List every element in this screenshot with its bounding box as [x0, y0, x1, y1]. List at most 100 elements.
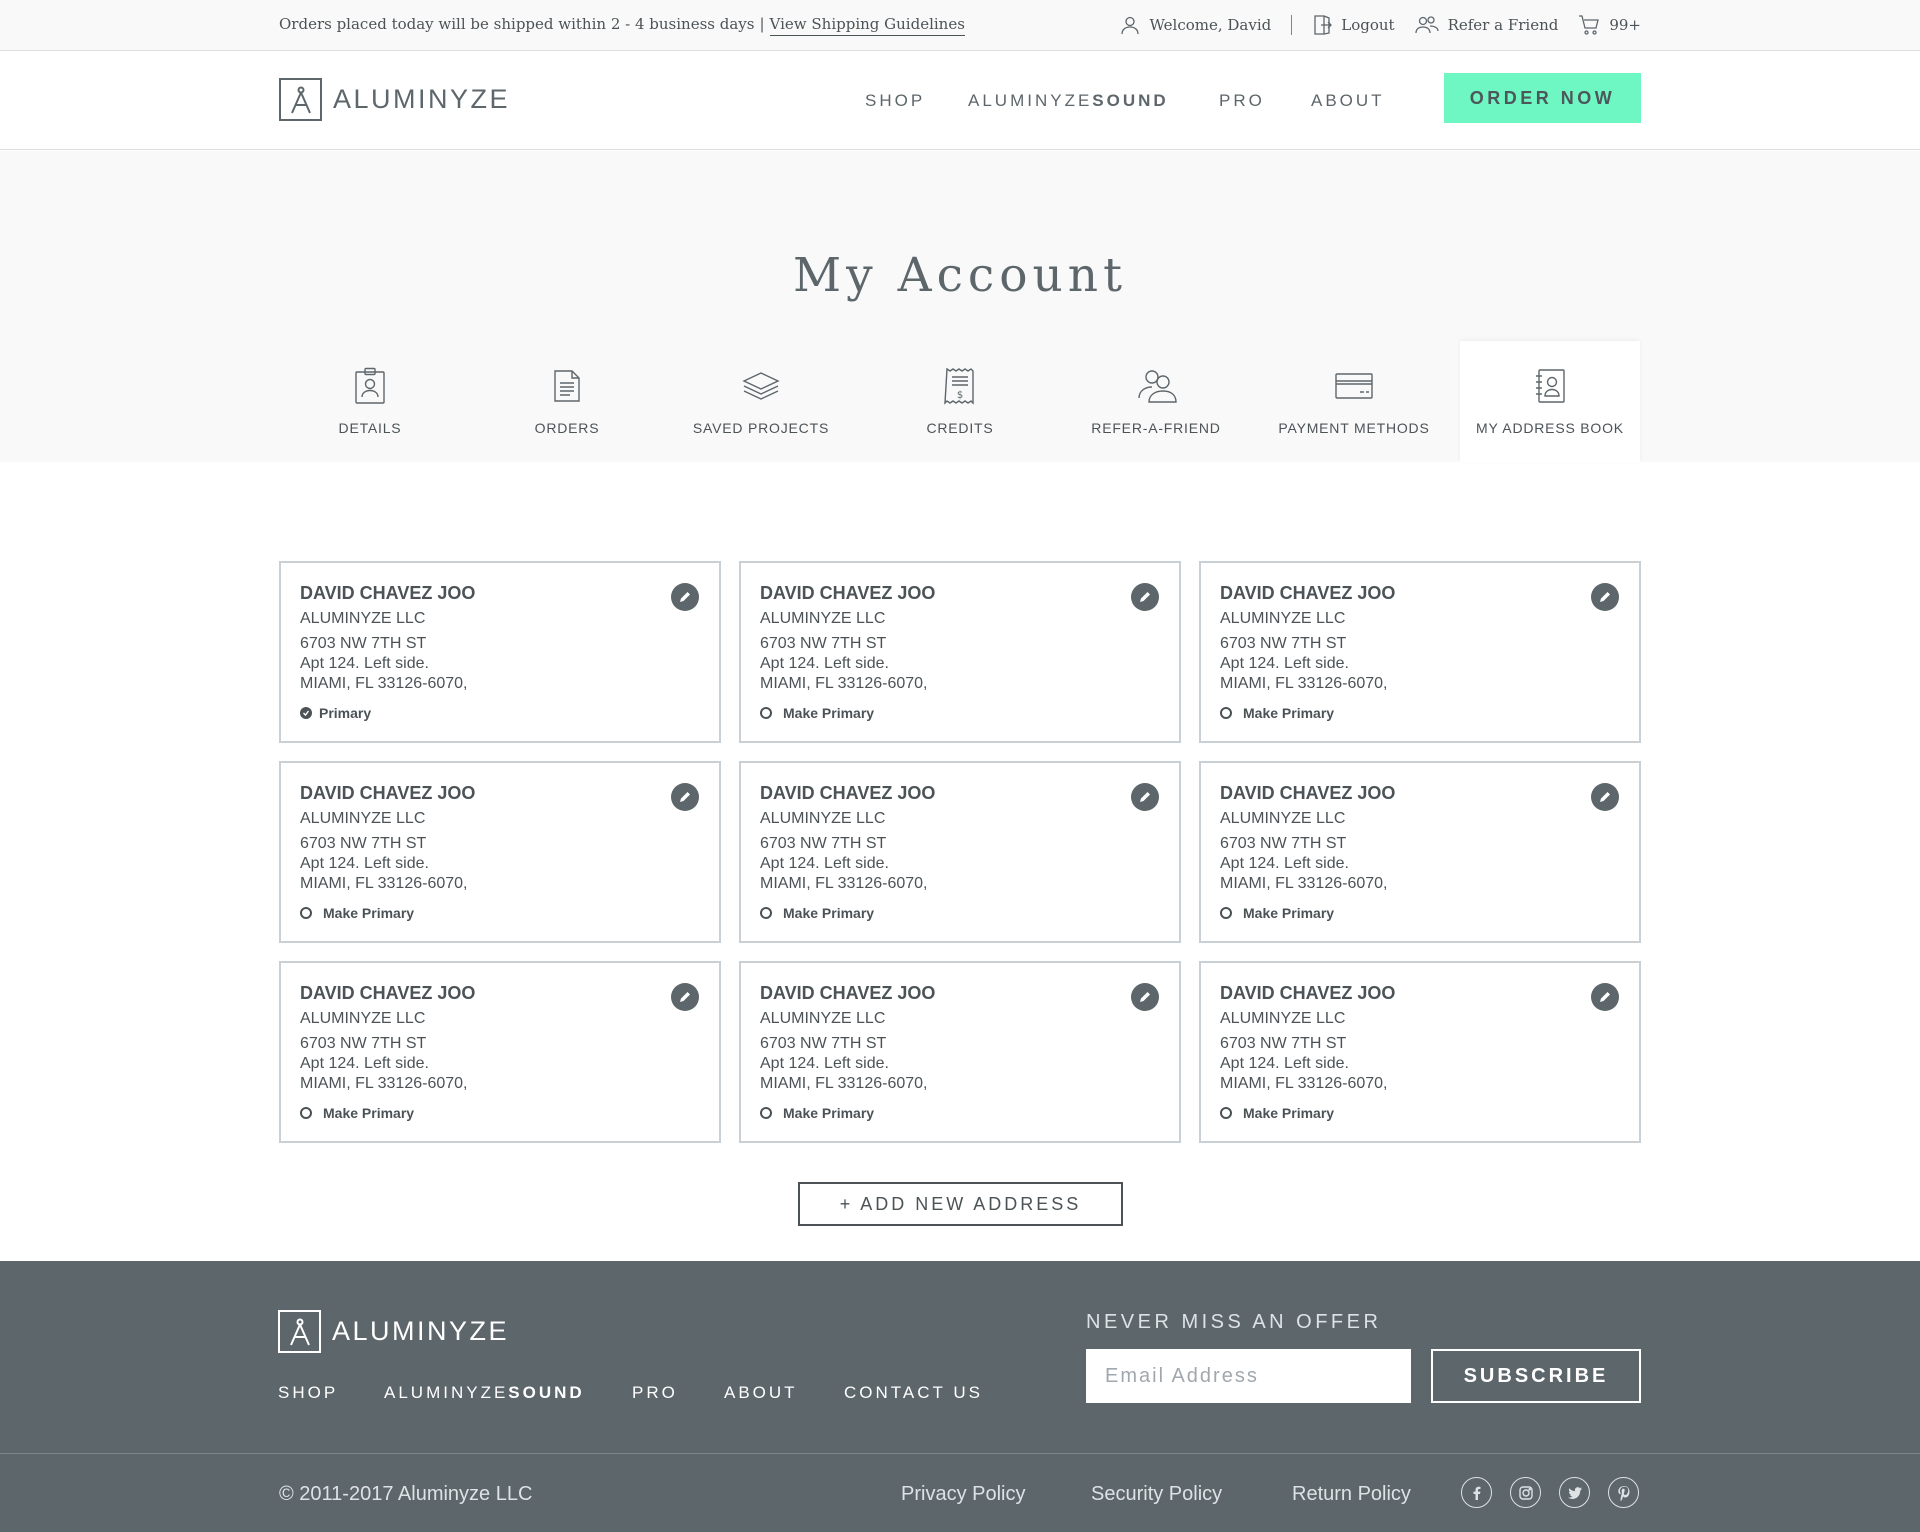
make-primary-label: Make Primary — [323, 1105, 415, 1121]
email-input[interactable] — [1086, 1349, 1411, 1403]
logo-mark-icon — [278, 1310, 321, 1353]
pencil-icon — [680, 592, 690, 602]
address-city: MIAMI, FL 33126-6070, — [760, 1075, 928, 1092]
tab-label: PAYMENT METHODS — [1278, 420, 1430, 436]
address-street: 6703 NW 7TH ST — [760, 635, 887, 652]
tab-label: MY ADDRESS BOOK — [1476, 420, 1624, 436]
tab-payment-methods[interactable]: PAYMENT METHODS — [1264, 341, 1444, 462]
notice-separator: | — [759, 15, 765, 33]
make-primary-option[interactable]: Make Primary — [1220, 905, 1334, 921]
address-company: ALUMINYZE LLC — [1220, 610, 1346, 627]
twitter-icon[interactable] — [1559, 1477, 1590, 1508]
make-primary-option[interactable]: Make Primary — [300, 1105, 414, 1121]
footer-nav-pro[interactable]: PRO — [632, 1383, 678, 1403]
footer-nav-aluminyze-sound[interactable]: ALUMINYZESOUND — [384, 1383, 585, 1403]
edit-address-button[interactable] — [1131, 983, 1159, 1011]
edit-address-button[interactable] — [1591, 583, 1619, 611]
edit-address-button[interactable] — [1131, 583, 1159, 611]
tab-saved-projects[interactable]: SAVED PROJECTS — [671, 341, 851, 462]
tab-refer-a-friend[interactable]: REFER-A-FRIEND — [1066, 341, 1246, 462]
instagram-icon[interactable] — [1510, 1477, 1541, 1508]
add-new-address-button[interactable]: + ADD NEW ADDRESS — [798, 1182, 1123, 1226]
logout-label: Logout — [1341, 16, 1395, 34]
facebook-icon[interactable] — [1461, 1477, 1492, 1508]
address-book-icon — [1536, 369, 1565, 403]
address-unit: Apt 124. Left side. — [300, 855, 429, 872]
privacy-policy-link[interactable]: Privacy Policy — [901, 1483, 1025, 1506]
pencil-icon — [1600, 792, 1610, 802]
address-card: DAVID CHAVEZ JOO ALUMINYZE LLC 6703 NW 7… — [739, 761, 1181, 943]
radio-icon — [760, 1107, 772, 1119]
layers-icon — [742, 372, 780, 400]
divider — [1291, 15, 1293, 35]
address-name: DAVID CHAVEZ JOO — [300, 983, 476, 1003]
address-name: DAVID CHAVEZ JOO — [300, 783, 476, 803]
account-hero: My Account DETAILS ORDERS SAVED PROJECTS… — [0, 151, 1920, 462]
address-name: DAVID CHAVEZ JOO — [1220, 583, 1396, 603]
nav-shop[interactable]: SHOP — [865, 91, 925, 111]
edit-address-button[interactable] — [671, 783, 699, 811]
security-policy-link[interactable]: Security Policy — [1091, 1483, 1222, 1506]
make-primary-option[interactable]: Make Primary — [300, 905, 414, 921]
address-company: ALUMINYZE LLC — [760, 810, 886, 827]
site-logo[interactable]: ALUMINYZE — [279, 78, 510, 121]
nav-aluminyze-sound[interactable]: ALUMINYZESOUND — [968, 91, 1169, 111]
refer-friend-link[interactable]: Refer a Friend — [1414, 15, 1558, 35]
welcome-text: Welcome, David — [1149, 16, 1272, 34]
footer-logo[interactable]: ALUMINYZE — [278, 1310, 509, 1353]
address-unit: Apt 124. Left side. — [300, 655, 429, 672]
pinterest-icon[interactable] — [1608, 1477, 1639, 1508]
footer-sound-prefix: ALUMINYZE — [384, 1383, 509, 1402]
address-name: DAVID CHAVEZ JOO — [760, 783, 936, 803]
welcome-user[interactable]: Welcome, David — [1120, 15, 1271, 35]
copyright: © 2011-2017 Aluminyze LLC — [279, 1483, 533, 1505]
make-primary-label: Make Primary — [783, 905, 875, 921]
footer-nav-contact[interactable]: CONTACT US — [844, 1383, 983, 1403]
return-policy-link[interactable]: Return Policy — [1292, 1483, 1411, 1506]
make-primary-option[interactable]: Make Primary — [1220, 705, 1334, 721]
address-name: DAVID CHAVEZ JOO — [760, 983, 936, 1003]
edit-address-button[interactable] — [1591, 783, 1619, 811]
tab-label: SAVED PROJECTS — [692, 420, 830, 436]
tab-credits[interactable]: $ CREDITS — [870, 341, 1050, 462]
cart-icon — [1579, 15, 1600, 35]
site-footer: ALUMINYZE SHOP ALUMINYZESOUND PRO ABOUT … — [0, 1261, 1920, 1532]
order-now-button[interactable]: ORDER NOW — [1444, 73, 1641, 123]
footer-nav-about[interactable]: ABOUT — [724, 1383, 798, 1403]
tab-label: DETAILS — [338, 420, 402, 436]
document-icon — [554, 370, 580, 402]
make-primary-option[interactable]: Make Primary — [760, 1105, 874, 1121]
user-menu: Welcome, David Logout Refer a Friend 99+ — [1100, 13, 1641, 37]
make-primary-option[interactable]: Make Primary — [760, 705, 874, 721]
radio-icon — [1220, 907, 1232, 919]
nav-pro[interactable]: PRO — [1219, 91, 1265, 111]
footer-bottom: © 2011-2017 Aluminyze LLC Privacy Policy… — [0, 1453, 1920, 1532]
users-icon — [1414, 16, 1439, 34]
subscribe-button[interactable]: SUBSCRIBE — [1431, 1349, 1641, 1403]
logout-icon — [1314, 15, 1333, 35]
logout-link[interactable]: Logout — [1312, 14, 1395, 36]
svg-text:$: $ — [957, 390, 963, 401]
tab-my-address-book[interactable]: MY ADDRESS BOOK — [1460, 341, 1640, 462]
edit-address-button[interactable] — [671, 983, 699, 1011]
address-unit: Apt 124. Left side. — [1220, 855, 1349, 872]
tab-details[interactable]: DETAILS — [280, 341, 460, 462]
nav-about[interactable]: ABOUT — [1311, 91, 1385, 111]
address-unit: Apt 124. Left side. — [760, 1055, 889, 1072]
address-street: 6703 NW 7TH ST — [1220, 635, 1347, 652]
shipping-guidelines-link[interactable]: View Shipping Guidelines — [769, 15, 965, 36]
edit-address-button[interactable] — [1591, 983, 1619, 1011]
radio-icon — [300, 907, 312, 919]
make-primary-option[interactable]: Make Primary — [760, 905, 874, 921]
tab-orders[interactable]: ORDERS — [477, 341, 657, 462]
edit-address-button[interactable] — [1131, 783, 1159, 811]
footer-logo-text: ALUMINYZE — [332, 1316, 510, 1346]
radio-icon — [1220, 1107, 1232, 1119]
footer-nav-shop[interactable]: SHOP — [278, 1383, 338, 1403]
cart-link[interactable]: 99+ — [1578, 14, 1641, 36]
edit-address-button[interactable] — [671, 583, 699, 611]
make-primary-option[interactable]: Make Primary — [1220, 1105, 1334, 1121]
pencil-icon — [1600, 992, 1610, 1002]
nav-sound-suffix: SOUND — [1092, 91, 1169, 110]
nav-sound-prefix: ALUMINYZE — [968, 91, 1093, 110]
